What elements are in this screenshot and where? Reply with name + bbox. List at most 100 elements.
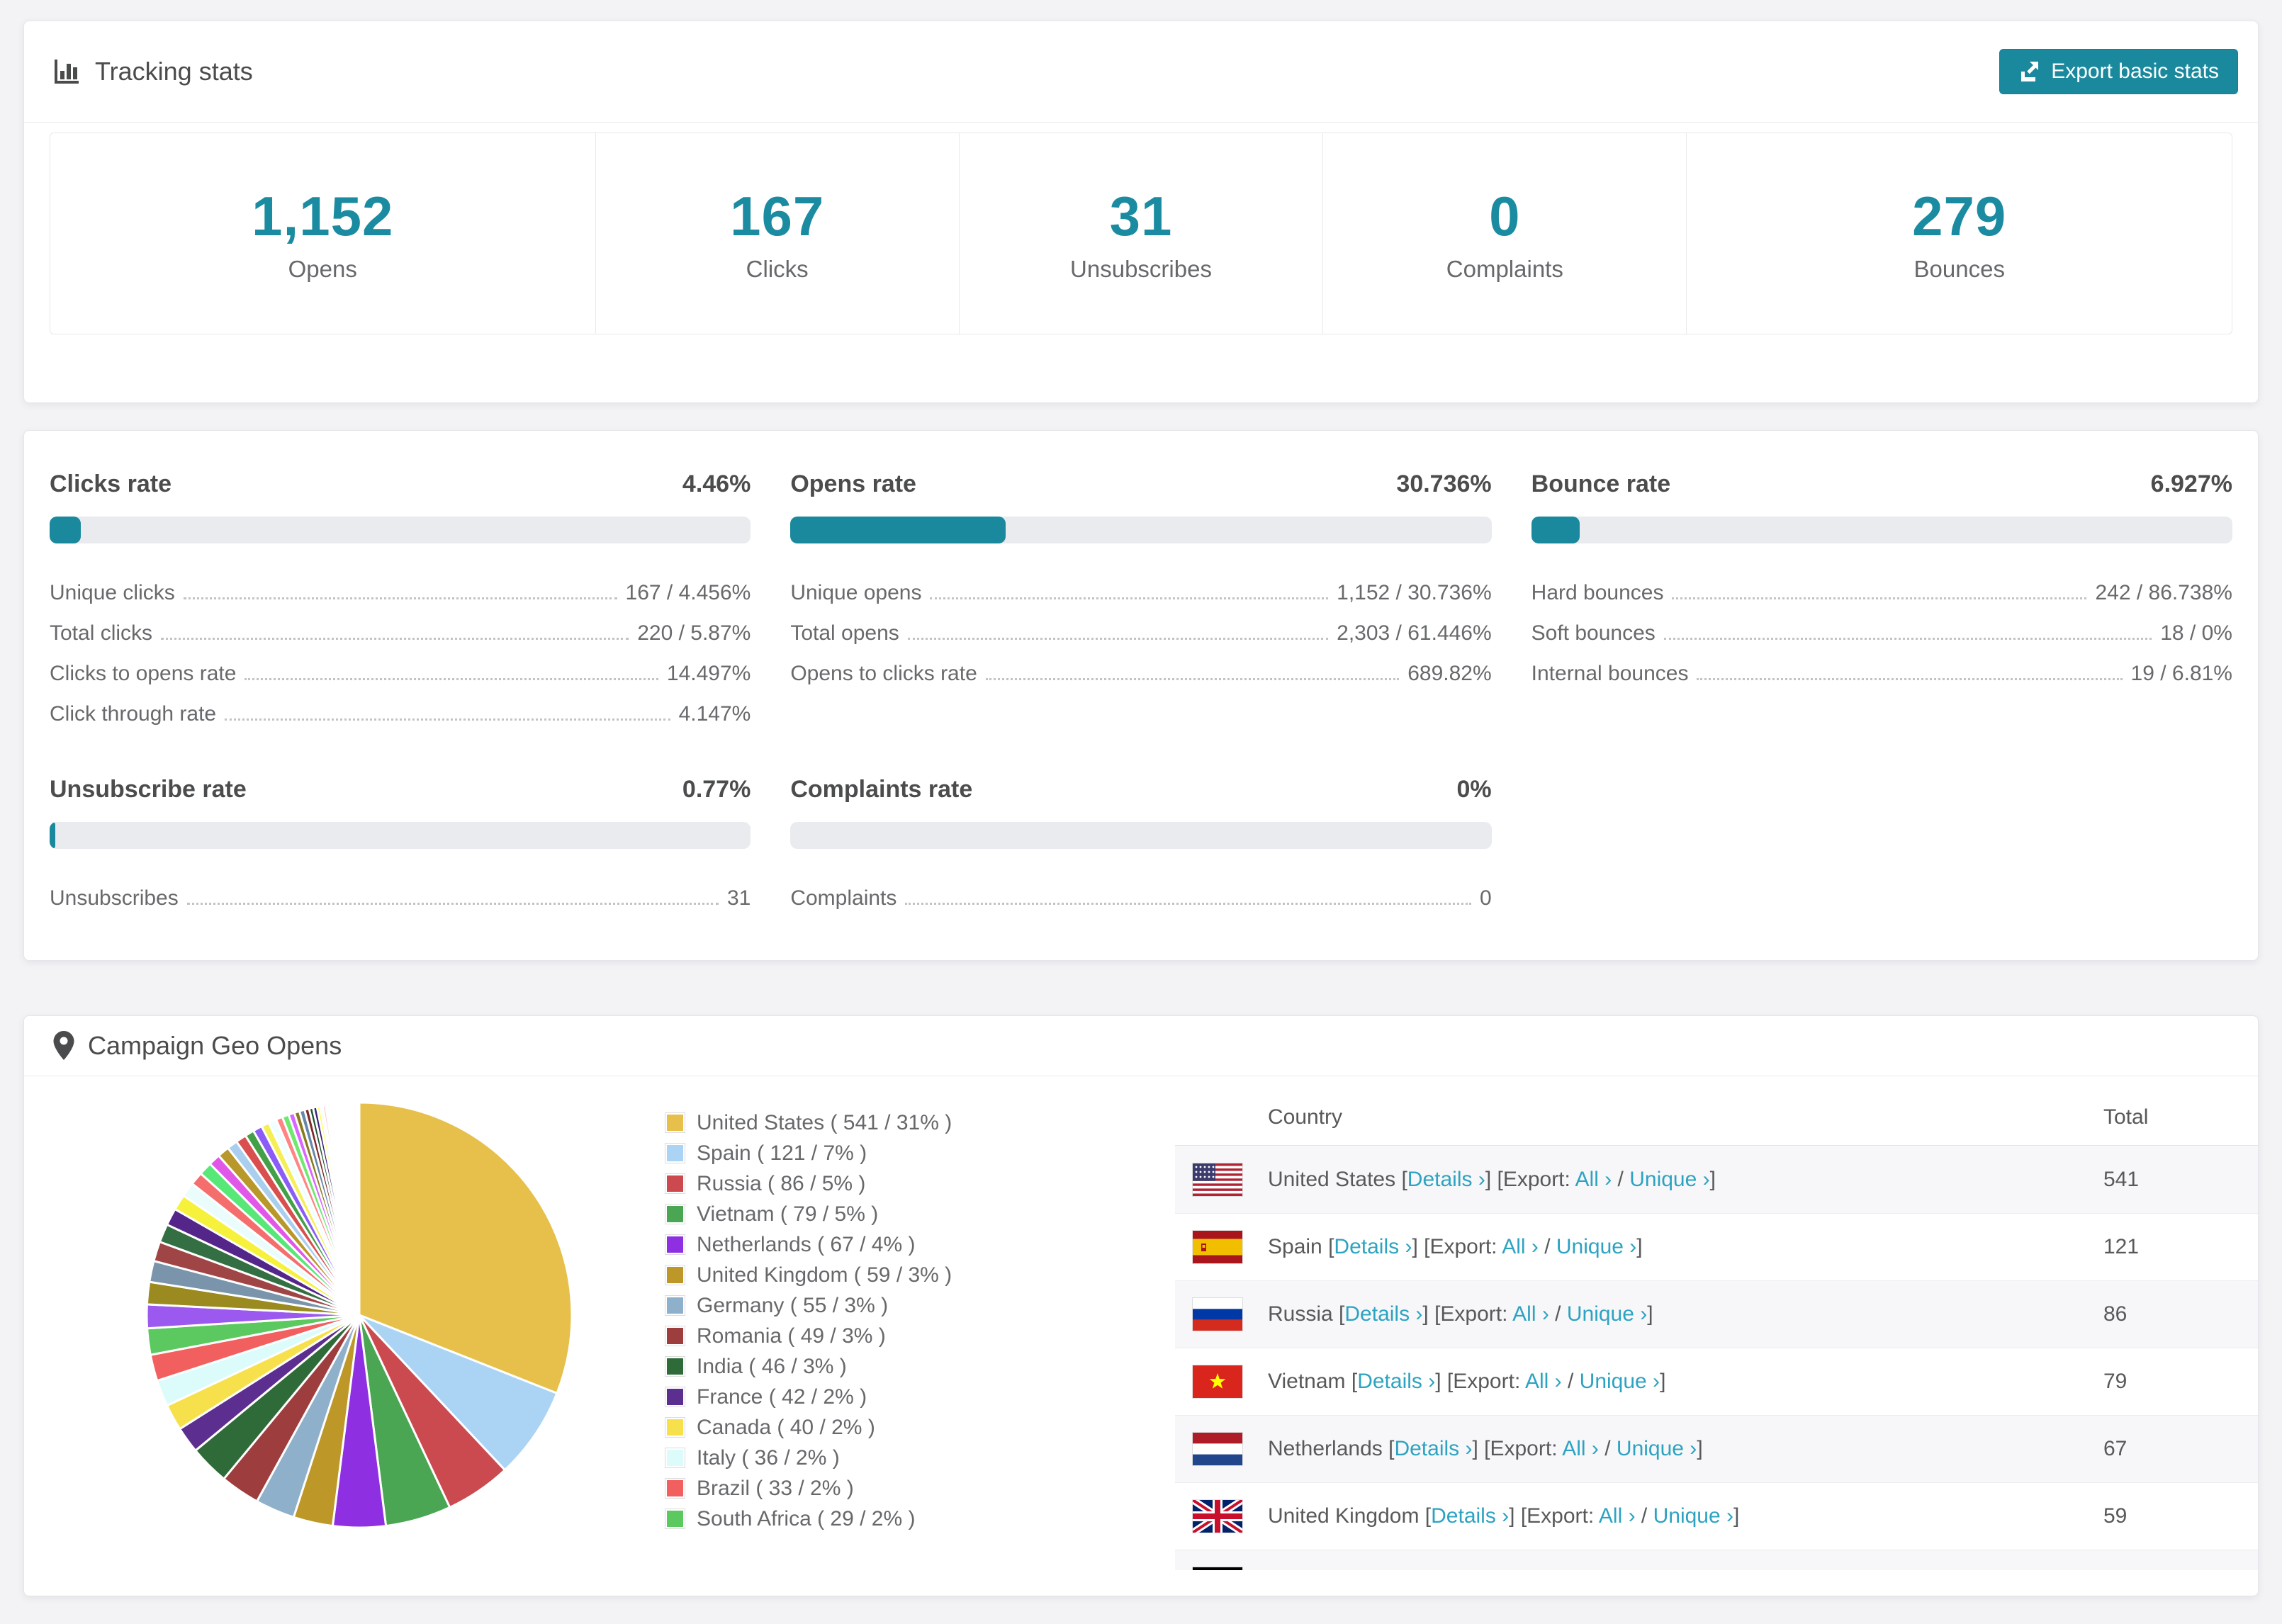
legend-swatch (665, 1417, 685, 1438)
legend-item: France ( 42 / 2% ) (665, 1382, 952, 1412)
tracking-stats-header: Tracking stats Export basic stats (24, 21, 2258, 123)
rate-row-label: Opens to clicks rate (790, 662, 977, 685)
rate-row-value: 242 / 86.738% (2095, 581, 2232, 604)
legend-swatch (665, 1448, 685, 1468)
geo-body: United States ( 541 / 31% ) Spain ( 121 /… (24, 1076, 2258, 1570)
rate-header: Opens rate 30.736% (790, 470, 1491, 498)
bracket: ] [Export: (1412, 1235, 1502, 1258)
legend-label: United Kingdom ( 59 / 3% ) (697, 1263, 952, 1287)
rate-title: Opens rate (790, 470, 916, 497)
details-link[interactable]: Details › (1431, 1504, 1509, 1528)
legend-item: Brazil ( 33 / 2% ) (665, 1473, 952, 1504)
details-link[interactable]: Details › (1357, 1370, 1435, 1393)
country-text: United Kingdom [Details ›] [Export: All … (1268, 1504, 1739, 1528)
rate-row-value: 0 (1479, 886, 1492, 910)
export-unique-link[interactable]: Unique › (1567, 1302, 1647, 1326)
export-basic-stats-button[interactable]: Export basic stats (1999, 49, 2238, 94)
export-unique-link[interactable]: Unique › (1653, 1504, 1733, 1528)
export-all-link[interactable]: All › (1502, 1235, 1539, 1258)
export-all-link[interactable]: All › (1525, 1370, 1562, 1393)
export-unique-link[interactable]: Unique › (1617, 1437, 1697, 1460)
rate-row-value: 220 / 5.87% (637, 621, 751, 645)
details-link[interactable]: Details › (1344, 1302, 1422, 1326)
rate-title: Bounce rate (1531, 470, 1671, 497)
flag-icon-de (1193, 1567, 1242, 1570)
legend-item: Romania ( 49 / 3% ) (665, 1321, 952, 1351)
progress-bar (50, 822, 751, 849)
geo-table-header: Country Total (1175, 1090, 2258, 1146)
details-link[interactable]: Details › (1407, 1168, 1485, 1191)
separator: / (1548, 1302, 1567, 1326)
table-row-gb: United Kingdom [Details ›] [Export: All … (1175, 1482, 2258, 1550)
rate-row-label: Internal bounces (1531, 662, 1689, 685)
bracket: ] (1709, 1167, 1716, 1191)
export-unique-link[interactable]: Unique › (1629, 1168, 1709, 1191)
dotted-leader (907, 638, 1329, 640)
rate-row-label: Soft bounces (1531, 621, 1656, 645)
dotted-leader (930, 597, 1329, 599)
legend-item: Canada ( 40 / 2% ) (665, 1412, 952, 1443)
rate-row-value: 18 / 0% (2160, 621, 2232, 645)
rate-percent: 6.927% (2150, 470, 2232, 497)
export-all-link[interactable]: All › (1599, 1504, 1636, 1528)
legend-item: United States ( 541 / 31% ) (665, 1107, 952, 1138)
rate-row: Total clicks 220 / 5.87% (50, 605, 751, 645)
details-link[interactable]: Details › (1334, 1235, 1412, 1258)
rate-header: Clicks rate 4.46% (50, 470, 751, 498)
rate-row-value: 167 / 4.456% (625, 581, 751, 604)
dotted-leader (1672, 597, 2087, 599)
legend-item: Vietnam ( 79 / 5% ) (665, 1199, 952, 1229)
rate-percent: 0% (1456, 776, 1492, 803)
rate-row: Internal bounces 19 / 6.81% (1531, 645, 2232, 686)
legend-item: Netherlands ( 67 / 4% ) (665, 1229, 952, 1260)
legend-label: India ( 46 / 3% ) (697, 1354, 847, 1378)
progress-bar (1531, 517, 2232, 543)
legend-swatch (665, 1387, 685, 1407)
rate-row-label: Unsubscribes (50, 886, 179, 910)
rate-header: Bounce rate 6.927% (1531, 470, 2232, 498)
legend-item: Germany ( 55 / 3% ) (665, 1290, 952, 1321)
bar-chart-icon (52, 57, 82, 86)
export-all-link[interactable]: All › (1575, 1168, 1612, 1191)
export-unique-link[interactable]: Unique › (1556, 1235, 1636, 1258)
details-link[interactable]: Details › (1394, 1437, 1472, 1460)
table-row-us: United States [Details ›] [Export: All ›… (1175, 1146, 2258, 1213)
rate-rows: Unique opens 1,152 / 30.736% Total opens 2,… (790, 565, 1491, 686)
country-cell: Netherlands [Details ›] [Export: All › /… (1193, 1433, 2103, 1465)
country-name: Russia (1268, 1302, 1339, 1326)
total-cell: 59 (2103, 1504, 2128, 1528)
rate-row-value: 19 / 6.81% (2130, 662, 2232, 685)
legend-label: Vietnam ( 79 / 5% ) (697, 1202, 879, 1226)
geo-opens-header: Campaign Geo Opens (24, 1016, 2258, 1076)
legend-label: Italy ( 36 / 2% ) (697, 1445, 840, 1470)
export-unique-link[interactable]: Unique › (1580, 1370, 1660, 1393)
rate-title: Complaints rate (790, 776, 973, 803)
stat-value: 167 (730, 185, 825, 247)
bracket: [ (1401, 1167, 1407, 1191)
legend-swatch (665, 1326, 685, 1346)
progress-bar-fill (50, 822, 55, 849)
stat-label: Clicks (746, 256, 809, 282)
dotted-leader (905, 903, 1471, 905)
stat-label: Bounces (1913, 256, 2005, 282)
country-text: United States [Details ›] [Export: All ›… (1268, 1168, 1716, 1192)
page-title: Tracking stats (95, 57, 253, 86)
rate-row: Unique clicks 167 / 4.456% (50, 565, 751, 605)
export-all-link[interactable]: All › (1512, 1302, 1549, 1326)
legend-label: Romania ( 49 / 3% ) (697, 1324, 886, 1348)
rate-row-label: Total opens (790, 621, 899, 645)
country-cell: Russia [Details ›] [Export: All › / Uniq… (1193, 1298, 2103, 1331)
legend-swatch (665, 1478, 685, 1499)
rate-block-unsubscribe: Unsubscribe rate 0.77% Unsubscribes 31 (50, 776, 751, 910)
country-text: Netherlands [Details ›] [Export: All › /… (1268, 1437, 1703, 1461)
map-pin-icon (52, 1030, 75, 1061)
export-all-link[interactable]: All › (1562, 1437, 1599, 1460)
rate-row-label: Unique opens (790, 581, 922, 604)
summary-stat-complaints: 0 Complaints (1323, 133, 1687, 334)
rate-row-label: Clicks to opens rate (50, 662, 237, 685)
progress-bar (790, 822, 1492, 849)
rate-row: Unique opens 1,152 / 30.736% (790, 565, 1491, 605)
legend-swatch (665, 1112, 685, 1133)
flag-icon-es (1193, 1231, 1242, 1263)
progress-bar-fill (790, 517, 1006, 543)
